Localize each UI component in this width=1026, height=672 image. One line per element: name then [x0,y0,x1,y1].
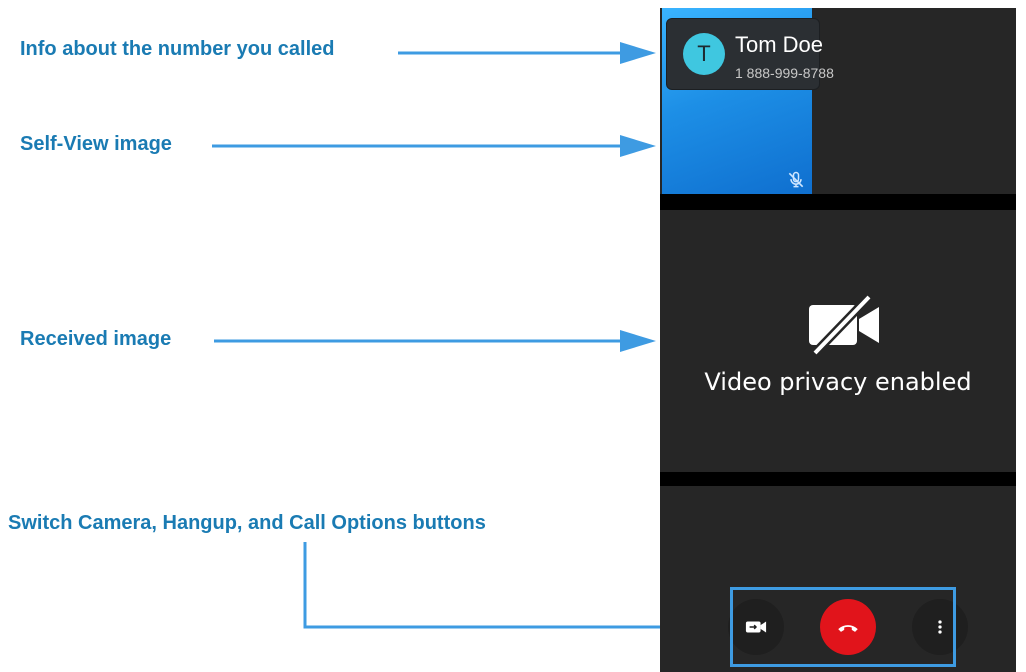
call-options-button[interactable] [912,599,968,655]
callout-self-view: Self-View image [20,133,172,155]
switch-camera-button[interactable] [728,599,784,655]
hangup-button[interactable] [820,599,876,655]
contact-name: Tom Doe [735,32,824,57]
more-vertical-icon [938,620,942,634]
received-image: Video privacy enabled [660,210,1016,472]
arrow-self-view-head [620,135,656,157]
switch-camera-icon [745,621,767,633]
divider [660,194,1016,210]
video-privacy-status: Video privacy enabled [704,368,972,396]
callout-contact-info: Info about the number you called [20,38,335,60]
phone-hangup-icon [838,625,858,632]
avatar: T [683,33,725,75]
contact-info-card: T Tom Doe 1 888-999-8788 [666,18,834,90]
contact-number: 1 888-999-8788 [735,65,834,81]
mic-muted-icon [788,171,804,188]
divider [660,472,1016,486]
arrow-received-head [620,330,656,352]
video-off-icon [809,295,879,355]
top-pane: T Tom Doe 1 888-999-8788 [660,8,1016,194]
call-controls-area [660,486,1016,672]
callout-buttons: Switch Camera, Hangup, and Call Options … [8,512,486,534]
arrow-contact-info-head [620,42,656,64]
callout-received-image: Received image [20,328,172,350]
call-screen: T Tom Doe 1 888-999-8788 Video privacy e… [660,8,1016,672]
